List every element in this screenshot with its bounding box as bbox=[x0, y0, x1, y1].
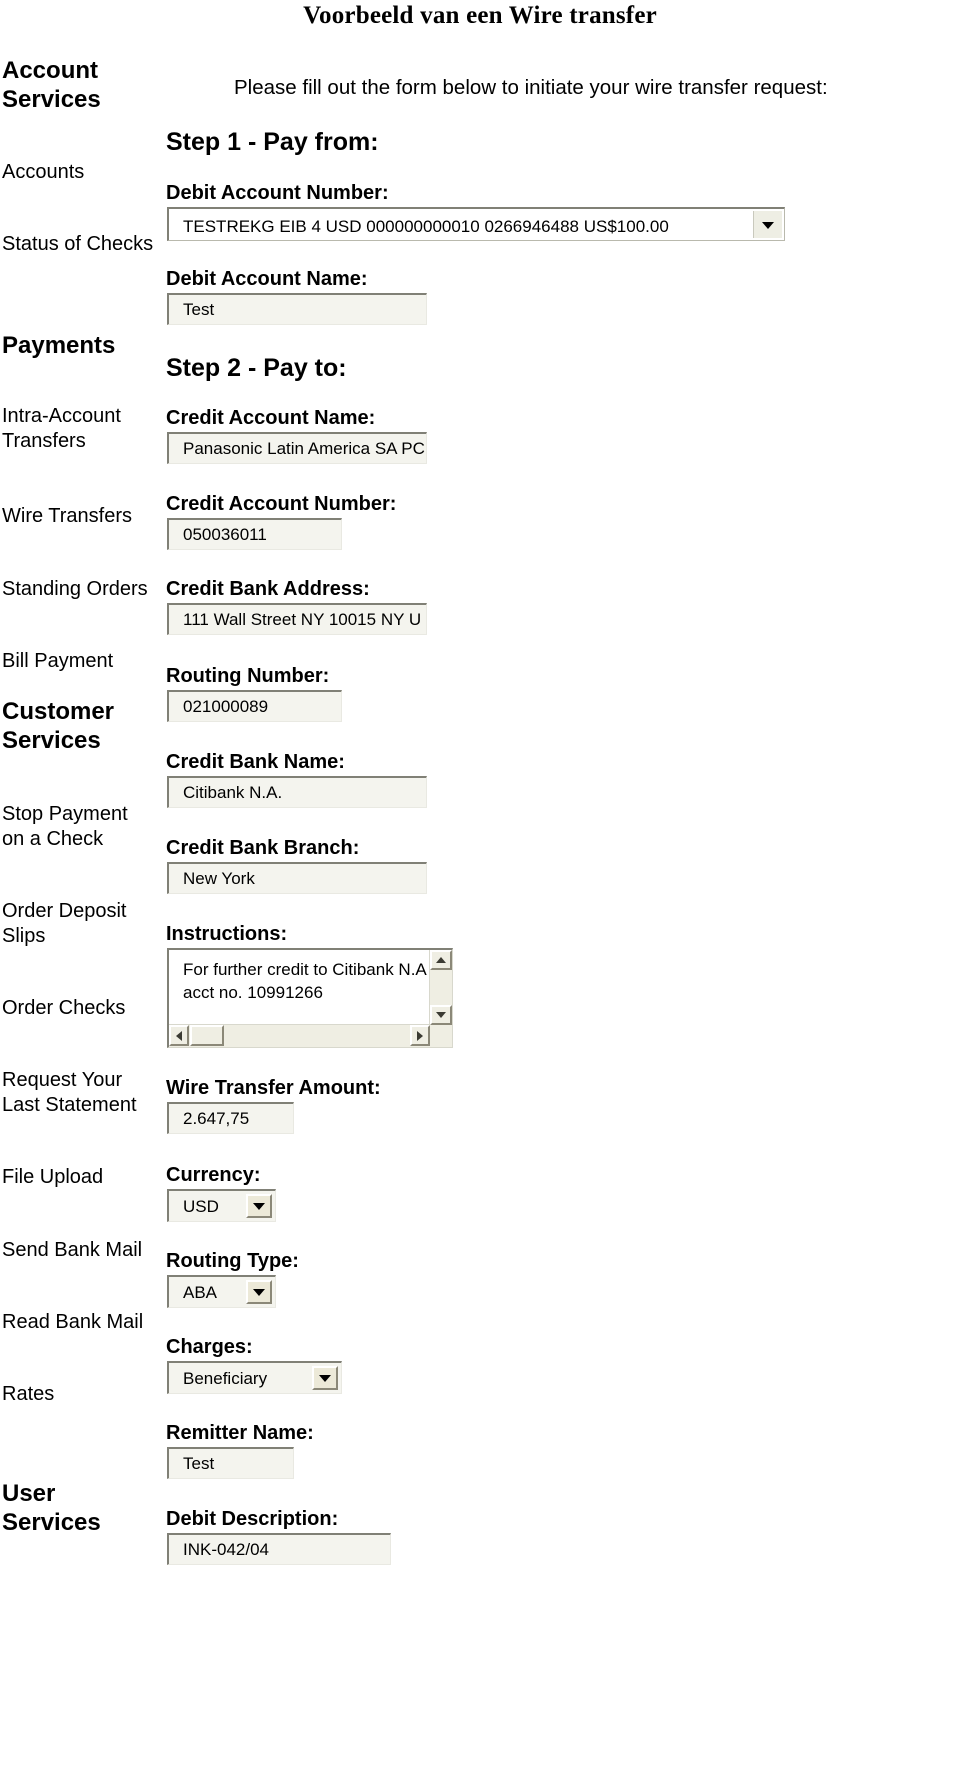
routing-number-label: Routing Number: bbox=[166, 665, 330, 687]
sidebar-item-intra-account-transfers-line2: Transfers bbox=[2, 430, 86, 452]
instructions-textarea-text: For further credit to Citibank N.A acct … bbox=[169, 950, 430, 1025]
sidebar-group-user-services-line2: Services bbox=[2, 1509, 101, 1536]
sidebar-item-bill-payment[interactable]: Bill Payment bbox=[2, 649, 113, 674]
triangle-right-icon bbox=[417, 1030, 423, 1041]
scroll-right-button[interactable] bbox=[410, 1025, 430, 1046]
charges-select[interactable]: Beneficiary bbox=[167, 1361, 342, 1394]
sidebar-item-file-upload[interactable]: File Upload bbox=[2, 1165, 103, 1190]
chevron-down-icon bbox=[319, 1375, 331, 1382]
sidebar-group-customer-services: Customer Services bbox=[2, 697, 114, 755]
triangle-down-icon bbox=[436, 1012, 446, 1018]
sidebar-item-stop-payment-line1: Stop Payment bbox=[2, 803, 128, 825]
scrollbar-corner bbox=[430, 1025, 452, 1047]
sidebar-item-order-checks[interactable]: Order Checks bbox=[2, 996, 125, 1021]
instructions-line-2: acct no. 10991266 bbox=[183, 983, 323, 1002]
sidebar-item-request-your-last-statement[interactable]: Request Your Last Statement bbox=[2, 1068, 137, 1118]
wire-transfer-amount-input[interactable]: 2.647,75 bbox=[167, 1102, 294, 1134]
sidebar-group-customer-services-line2: Services bbox=[2, 727, 101, 754]
sidebar-item-stop-payment-line2: on a Check bbox=[2, 828, 104, 850]
currency-dropdown-button[interactable] bbox=[246, 1194, 272, 1218]
currency-select[interactable]: USD bbox=[167, 1189, 276, 1222]
sidebar-item-rates[interactable]: Rates bbox=[2, 1382, 54, 1407]
credit-account-name-input[interactable]: Panasonic Latin America SA PC bbox=[167, 432, 427, 464]
horizontal-scroll-thumb[interactable] bbox=[190, 1025, 224, 1046]
instructions-textarea[interactable]: For further credit to Citibank N.A acct … bbox=[167, 948, 453, 1048]
debit-account-name-label: Debit Account Name: bbox=[166, 268, 368, 290]
sidebar-group-payments: Payments bbox=[2, 332, 116, 359]
debit-description-label: Debit Description: bbox=[166, 1508, 339, 1530]
instructions-horizontal-scrollbar[interactable] bbox=[169, 1024, 430, 1047]
chevron-down-icon bbox=[253, 1203, 265, 1210]
credit-bank-branch-input[interactable]: New York bbox=[167, 862, 427, 894]
sidebar-item-request-statement-line2: Last Statement bbox=[2, 1094, 137, 1116]
debit-account-number-value: TESTREKG EIB 4 USD 000000000010 02669464… bbox=[183, 217, 669, 236]
instructions-label: Instructions: bbox=[166, 923, 288, 945]
page-title: Voorbeeld van een Wire transfer bbox=[303, 2, 657, 29]
sidebar-item-wire-transfers[interactable]: Wire Transfers bbox=[2, 504, 132, 529]
debit-account-number-select[interactable]: TESTREKG EIB 4 USD 000000000010 02669464… bbox=[167, 207, 785, 241]
debit-account-number-label: Debit Account Number: bbox=[166, 182, 389, 204]
credit-bank-branch-label: Credit Bank Branch: bbox=[166, 837, 360, 859]
step2-heading: Step 2 - Pay to: bbox=[166, 354, 347, 382]
debit-account-number-dropdown-button[interactable] bbox=[753, 211, 782, 238]
sidebar-item-intra-account-transfers-line1: Intra-Account bbox=[2, 405, 121, 427]
remitter-name-label: Remitter Name: bbox=[166, 1422, 314, 1444]
routing-type-label: Routing Type: bbox=[166, 1250, 299, 1272]
sidebar-item-standing-orders[interactable]: Standing Orders bbox=[2, 577, 148, 602]
credit-bank-name-input[interactable]: Citibank N.A. bbox=[167, 776, 427, 808]
scroll-up-button[interactable] bbox=[430, 950, 452, 970]
sidebar-group-user-services-line1: User bbox=[2, 1480, 56, 1507]
sidebar-item-order-deposit-slips-line2: Slips bbox=[2, 925, 46, 947]
charges-dropdown-button[interactable] bbox=[312, 1366, 338, 1390]
routing-type-dropdown-button[interactable] bbox=[246, 1280, 272, 1304]
debit-description-input[interactable]: INK-042/04 bbox=[167, 1533, 391, 1565]
scroll-down-button[interactable] bbox=[430, 1005, 452, 1025]
credit-bank-address-input[interactable]: 111 Wall Street NY 10015 NY U bbox=[167, 603, 427, 635]
credit-account-number-input[interactable]: 050036011 bbox=[167, 518, 342, 550]
debit-account-name-input[interactable]: Test bbox=[167, 293, 427, 325]
scroll-left-button[interactable] bbox=[169, 1025, 189, 1046]
sidebar-item-accounts[interactable]: Accounts bbox=[2, 160, 84, 185]
currency-label: Currency: bbox=[166, 1164, 261, 1186]
wire-transfer-amount-label: Wire Transfer Amount: bbox=[166, 1077, 381, 1099]
triangle-up-icon bbox=[436, 957, 446, 963]
credit-account-number-label: Credit Account Number: bbox=[166, 493, 397, 515]
chevron-down-icon bbox=[253, 1289, 265, 1296]
sidebar-item-intra-account-transfers[interactable]: Intra-Account Transfers bbox=[2, 404, 121, 454]
remitter-name-input[interactable]: Test bbox=[167, 1447, 294, 1479]
sidebar-group-account-services-line2: Services bbox=[2, 86, 101, 113]
triangle-left-icon bbox=[176, 1030, 182, 1041]
sidebar-item-order-deposit-slips-line1: Order Deposit bbox=[2, 900, 127, 922]
credit-bank-address-label: Credit Bank Address: bbox=[166, 578, 370, 600]
step1-heading: Step 1 - Pay from: bbox=[166, 128, 379, 156]
charges-label: Charges: bbox=[166, 1336, 253, 1358]
sidebar-group-user-services: User Services bbox=[2, 1479, 101, 1537]
instructions-vertical-scrollbar[interactable] bbox=[429, 950, 452, 1025]
sidebar-item-read-bank-mail[interactable]: Read Bank Mail bbox=[2, 1310, 143, 1335]
routing-type-select[interactable]: ABA bbox=[167, 1275, 276, 1308]
sidebar-item-order-deposit-slips[interactable]: Order Deposit Slips bbox=[2, 899, 127, 949]
sidebar-group-account-services-line1: Account bbox=[2, 57, 98, 84]
credit-bank-name-label: Credit Bank Name: bbox=[166, 751, 345, 773]
sidebar-group-customer-services-line1: Customer bbox=[2, 698, 115, 725]
chevron-down-icon bbox=[762, 221, 774, 229]
form-intro-text: Please fill out the form below to initia… bbox=[234, 76, 828, 99]
sidebar-item-request-statement-line1: Request Your bbox=[2, 1069, 123, 1091]
instructions-line-1: For further credit to Citibank N.A bbox=[183, 960, 427, 979]
sidebar-item-stop-payment-on-a-check[interactable]: Stop Payment on a Check bbox=[2, 802, 128, 852]
sidebar-group-account-services: Account Services bbox=[2, 56, 101, 114]
sidebar-item-status-of-checks[interactable]: Status of Checks bbox=[2, 232, 153, 257]
credit-account-name-label: Credit Account Name: bbox=[166, 407, 376, 429]
sidebar-item-send-bank-mail[interactable]: Send Bank Mail bbox=[2, 1238, 142, 1263]
routing-number-input[interactable]: 021000089 bbox=[167, 690, 342, 722]
